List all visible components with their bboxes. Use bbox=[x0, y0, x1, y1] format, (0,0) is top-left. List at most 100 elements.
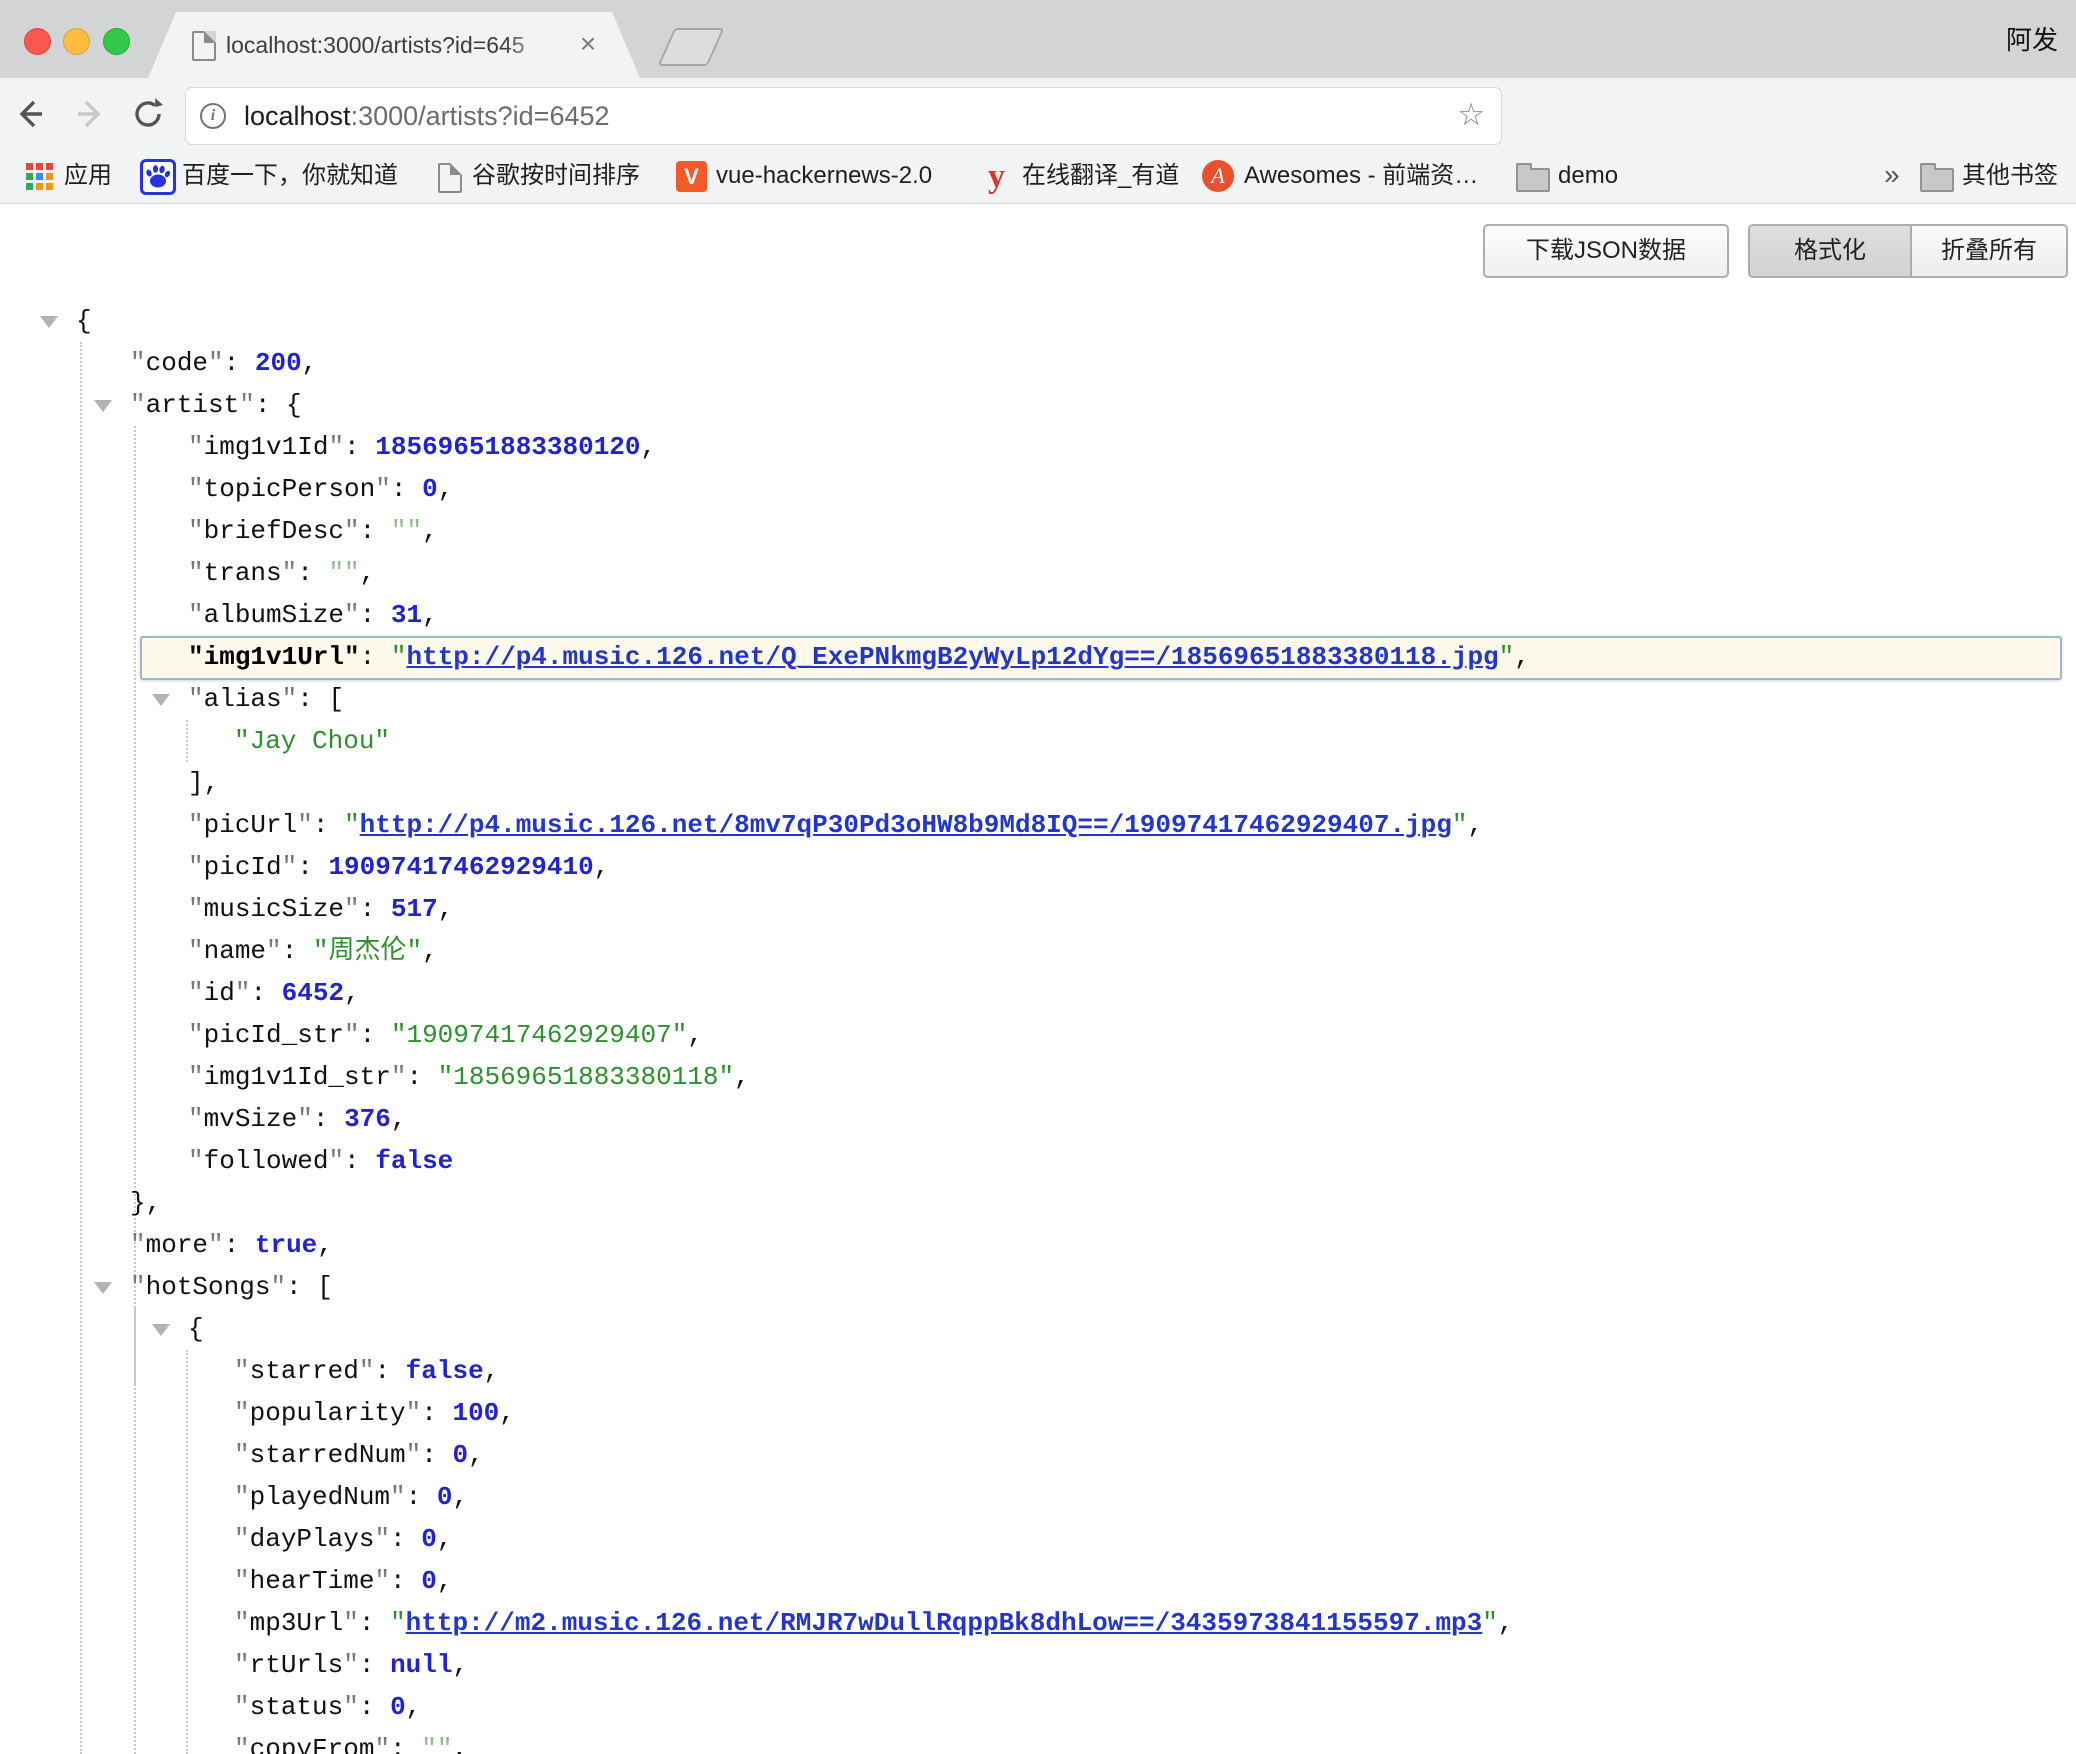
json-punctuation: , bbox=[437, 1566, 453, 1596]
profile-name[interactable]: 阿发 bbox=[2006, 20, 2058, 57]
json-key: "name" bbox=[188, 936, 282, 966]
json-punctuation: : bbox=[359, 1608, 390, 1638]
json-punctuation: : { bbox=[255, 390, 302, 420]
json-key: "starred" bbox=[234, 1356, 374, 1386]
json-string: "" bbox=[328, 558, 359, 588]
json-line: "topicPerson": 0, bbox=[0, 468, 2076, 510]
json-punctuation: , bbox=[438, 474, 454, 504]
json-punctuation: , bbox=[317, 1230, 333, 1260]
forward-button[interactable] bbox=[72, 96, 108, 132]
json-number: 0 bbox=[421, 1524, 437, 1554]
json-key: "mp3Url" bbox=[234, 1608, 359, 1638]
json-key: "status" bbox=[234, 1692, 359, 1722]
json-punctuation: , bbox=[391, 1104, 407, 1134]
json-number: 0 bbox=[421, 1566, 437, 1596]
new-tab-button[interactable] bbox=[658, 28, 725, 66]
close-window-button[interactable] bbox=[24, 28, 51, 55]
collapse-toggle-icon[interactable] bbox=[94, 400, 112, 412]
collapse-toggle-icon[interactable] bbox=[94, 1282, 112, 1294]
youdao-icon: y bbox=[988, 158, 1005, 196]
json-line: "albumSize": 31, bbox=[0, 594, 2076, 636]
json-line: "mvSize": 376, bbox=[0, 1098, 2076, 1140]
json-tree: {"code": 200,"artist": {"img1v1Id": 1856… bbox=[0, 300, 2076, 1754]
json-punctuation: , bbox=[468, 1440, 484, 1470]
json-string: " bbox=[391, 642, 407, 672]
json-key: "img1v1Url" bbox=[188, 642, 360, 672]
json-key: "rtUrls" bbox=[234, 1650, 359, 1680]
minimize-window-button[interactable] bbox=[63, 28, 90, 55]
page-info-icon[interactable]: i bbox=[200, 103, 226, 129]
json-number: null bbox=[390, 1650, 452, 1680]
json-key: "img1v1Id_str" bbox=[188, 1062, 406, 1092]
json-punctuation: ], bbox=[188, 768, 219, 798]
active-tab[interactable]: localhost:3000/artists?id=645 × bbox=[148, 12, 640, 78]
json-line: "picId": 19097417462929410, bbox=[0, 846, 2076, 888]
bookmarks-bar: 应用 百度一下，你就知道 谷歌按时间排序 V vue-hackernews-2.… bbox=[0, 150, 2076, 204]
address-bar[interactable]: i localhost:3000/artists?id=6452 ☆ bbox=[185, 87, 1502, 145]
bookmarks-overflow-chevron[interactable]: » bbox=[1884, 150, 1900, 202]
json-punctuation: , bbox=[452, 1650, 468, 1680]
json-key: "picUrl" bbox=[188, 810, 313, 840]
awesomes-icon: A bbox=[1202, 160, 1234, 192]
json-punctuation: , bbox=[499, 1398, 515, 1428]
json-number: 0 bbox=[452, 1440, 468, 1470]
collapse-all-button[interactable]: 折叠所有 bbox=[1912, 226, 2066, 276]
json-string: " bbox=[1452, 810, 1468, 840]
reload-button[interactable] bbox=[130, 96, 166, 132]
url-text[interactable]: localhost:3000/artists?id=6452 bbox=[244, 88, 610, 144]
json-number: 0 bbox=[437, 1482, 453, 1512]
json-number: 517 bbox=[391, 894, 438, 924]
json-line: "dayPlays": 0, bbox=[0, 1518, 2076, 1560]
json-line: "more": true, bbox=[0, 1224, 2076, 1266]
json-punctuation: : [ bbox=[297, 684, 344, 714]
collapse-toggle-icon[interactable] bbox=[40, 316, 58, 328]
json-punctuation: : [ bbox=[286, 1272, 333, 1302]
collapse-toggle-icon[interactable] bbox=[152, 694, 170, 706]
json-punctuation: : bbox=[390, 1734, 421, 1754]
json-string: " bbox=[1482, 1608, 1498, 1638]
tab-title-fade bbox=[504, 20, 566, 72]
json-punctuation: : bbox=[360, 516, 391, 546]
json-string: " bbox=[1499, 642, 1515, 672]
json-string: " bbox=[344, 810, 360, 840]
json-line: "copyFrom": "", bbox=[0, 1728, 2076, 1754]
maximize-window-button[interactable] bbox=[103, 28, 130, 55]
url-link[interactable]: http://p4.music.126.net/Q_ExePNkmgB2yWyL… bbox=[406, 642, 1498, 672]
json-punctuation: , bbox=[422, 516, 438, 546]
json-punctuation: : bbox=[421, 1398, 452, 1428]
json-punctuation: : bbox=[297, 558, 328, 588]
browser-toolbar: i localhost:3000/artists?id=6452 ☆ 英 en … bbox=[0, 78, 2076, 150]
tab-close-button[interactable]: × bbox=[568, 12, 608, 78]
format-toggle-button[interactable]: 格式化 bbox=[1750, 226, 1912, 276]
collapse-toggle-icon[interactable] bbox=[152, 1324, 170, 1336]
json-line: "img1v1Id_str": "18569651883380118", bbox=[0, 1056, 2076, 1098]
download-json-button[interactable]: 下载JSON数据 bbox=[1483, 224, 1729, 278]
url-link[interactable]: http://m2.music.126.net/RMJR7wDullRqppBk… bbox=[406, 1608, 1483, 1638]
json-number: 6452 bbox=[282, 978, 344, 1008]
json-line: "starred": false, bbox=[0, 1350, 2076, 1392]
bookmark-star-icon[interactable]: ☆ bbox=[1457, 88, 1485, 144]
json-key: "albumSize" bbox=[188, 600, 360, 630]
json-punctuation: , bbox=[422, 600, 438, 630]
json-punctuation: : bbox=[282, 936, 313, 966]
json-line: "picId_str": "19097417462929407", bbox=[0, 1014, 2076, 1056]
json-line: }, bbox=[0, 1182, 2076, 1224]
json-punctuation: : bbox=[250, 978, 281, 1008]
json-punctuation: : bbox=[313, 810, 344, 840]
json-punctuation: : bbox=[344, 1146, 375, 1176]
back-button[interactable] bbox=[12, 96, 48, 132]
url-link[interactable]: http://p4.music.126.net/8mv7qP30Pd3oHW8b… bbox=[360, 810, 1452, 840]
json-punctuation: : bbox=[360, 1020, 391, 1050]
json-key: "mvSize" bbox=[188, 1104, 313, 1134]
json-viewer-page: 下载JSON数据 格式化 折叠所有 {"code": 200,"artist":… bbox=[0, 204, 2076, 1754]
json-line: "briefDesc": "", bbox=[0, 510, 2076, 552]
json-key: "img1v1Id" bbox=[188, 432, 344, 462]
view-mode-toggle: 格式化 折叠所有 bbox=[1748, 224, 2068, 278]
page-icon bbox=[192, 31, 216, 61]
json-key: "more" bbox=[130, 1230, 224, 1260]
json-key: "playedNum" bbox=[234, 1482, 406, 1512]
json-punctuation: { bbox=[76, 306, 92, 336]
json-string: "19097417462929407" bbox=[391, 1020, 687, 1050]
json-punctuation: : bbox=[224, 348, 255, 378]
json-line: { bbox=[0, 1308, 2076, 1350]
